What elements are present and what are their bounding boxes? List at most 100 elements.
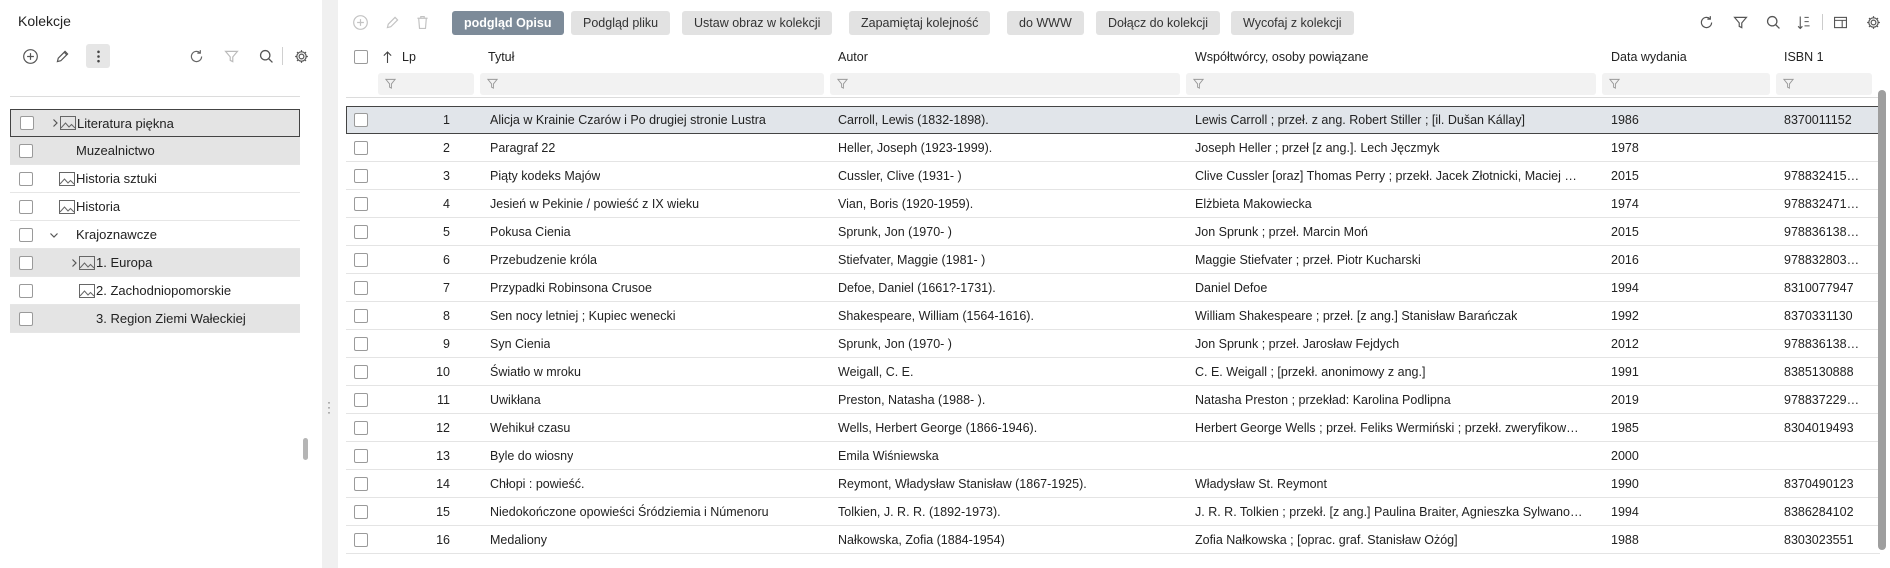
row-checkbox[interactable] bbox=[354, 449, 368, 463]
scrollbar[interactable] bbox=[1878, 90, 1886, 550]
tree-item-checkbox[interactable] bbox=[19, 143, 33, 158]
row-checkbox[interactable] bbox=[354, 421, 368, 435]
trash-icon[interactable] bbox=[412, 12, 432, 32]
tree-item[interactable]: 3. Region Ziemi Wałeckiej bbox=[10, 305, 300, 333]
cell-lp: 13 bbox=[436, 448, 450, 463]
set-collection-image-button[interactable]: Ustaw obraz w kolekcji bbox=[682, 11, 833, 35]
table-row[interactable]: 1 Alicja w Krainie Czarów i Po drugiej st… bbox=[346, 106, 1880, 134]
table-row[interactable]: 6 Przebudzenie króla Stiefvater, Maggie (1… bbox=[346, 246, 1880, 274]
table-row[interactable]: 10 Światło w mroku Weigall, C. E. C. E. Wei… bbox=[346, 358, 1880, 386]
tree-item-label: Literatura piękna bbox=[77, 115, 174, 131]
filter-icon[interactable] bbox=[219, 44, 243, 68]
column-header-title[interactable]: Tytuł bbox=[488, 44, 768, 70]
add-icon[interactable] bbox=[18, 44, 42, 68]
tree-item-checkbox[interactable] bbox=[19, 199, 33, 214]
columns-icon[interactable] bbox=[1830, 12, 1850, 32]
table-row[interactable]: 2 Paragraf 22 Heller, Joseph (1923-1999). J… bbox=[346, 134, 1880, 162]
gear-icon[interactable] bbox=[1863, 12, 1883, 32]
pencil-icon[interactable] bbox=[382, 12, 402, 32]
more-vertical-icon[interactable] bbox=[86, 44, 110, 68]
tree-item[interactable]: Historia bbox=[10, 193, 300, 221]
filter-title[interactable] bbox=[480, 73, 824, 95]
tree-item[interactable]: 1. Europa bbox=[10, 249, 300, 277]
row-checkbox[interactable] bbox=[354, 141, 368, 155]
row-checkbox[interactable] bbox=[354, 113, 368, 127]
cell-contributors: Natasha Preston ; przekład: Karolina Pod… bbox=[1195, 386, 1595, 413]
table-row[interactable]: 12 Wehikuł czasu Wells, Herbert George (18… bbox=[346, 414, 1880, 442]
table-row[interactable]: 14 Chłopi : powieść. Reymont, Władysław St… bbox=[346, 470, 1880, 498]
row-checkbox[interactable] bbox=[354, 337, 368, 351]
filter-icon bbox=[486, 77, 499, 92]
table-row[interactable]: 7 Przypadki Robinsona Crusoe Defoe, Daniel… bbox=[346, 274, 1880, 302]
filter-lp[interactable] bbox=[378, 73, 474, 95]
cell-lp: 11 bbox=[437, 392, 450, 407]
save-order-button[interactable]: Zapamiętaj kolejność bbox=[849, 11, 991, 35]
tree-item-checkbox[interactable] bbox=[19, 227, 33, 242]
table-row[interactable]: 4 Jesień w Pekinie / powieść z IX wieku Vi… bbox=[346, 190, 1880, 218]
column-header-author[interactable]: Autor bbox=[838, 44, 1118, 70]
cell-title: Uwikłana bbox=[490, 386, 820, 413]
row-checkbox[interactable] bbox=[354, 533, 368, 547]
pencil-icon[interactable] bbox=[50, 44, 74, 68]
scrollbar[interactable] bbox=[303, 438, 308, 460]
table-row[interactable]: 16 Medaliony Nałkowska, Zofia (1884-1954) Z… bbox=[346, 526, 1880, 554]
search-icon[interactable] bbox=[1763, 12, 1783, 32]
column-header-lp[interactable]: Lp bbox=[402, 44, 462, 70]
row-checkbox[interactable] bbox=[354, 197, 368, 211]
row-checkbox[interactable] bbox=[354, 253, 368, 267]
filter-contributors[interactable] bbox=[1186, 73, 1596, 95]
remove-from-collection-button[interactable]: Wycofaj z kolekcji bbox=[1231, 11, 1354, 35]
refresh-icon[interactable] bbox=[1696, 12, 1716, 32]
cell-contributors: Daniel Defoe bbox=[1195, 274, 1595, 301]
column-header-contributors[interactable]: Współtwórcy, osoby powiązane bbox=[1195, 44, 1495, 70]
tree-item[interactable]: Krajoznawcze bbox=[10, 221, 300, 249]
row-checkbox[interactable] bbox=[354, 309, 368, 323]
cell-contributors-text: Joseph Heller ; przeł [z ang.]. Lech Jęc… bbox=[1195, 140, 1440, 155]
table-row[interactable]: 15 Niedokończone opowieści Śródziemia i N… bbox=[346, 498, 1880, 526]
row-checkbox[interactable] bbox=[354, 505, 368, 519]
tree-item[interactable]: 2. Zachodniopomorskie bbox=[10, 277, 300, 305]
tree-item-checkbox[interactable] bbox=[20, 116, 34, 130]
row-checkbox[interactable] bbox=[354, 393, 368, 407]
row-checkbox[interactable] bbox=[354, 169, 368, 183]
panel-splitter[interactable]: · · · bbox=[327, 396, 331, 418]
gear-icon[interactable] bbox=[289, 44, 313, 68]
row-checkbox[interactable] bbox=[354, 281, 368, 295]
column-header-isbn[interactable]: ISBN 1 bbox=[1784, 44, 1864, 70]
row-checkbox[interactable] bbox=[354, 477, 368, 491]
chevron-down-icon[interactable] bbox=[48, 229, 60, 241]
tree-item[interactable]: Literatura piękna bbox=[10, 109, 300, 137]
table-row[interactable]: 9 Syn Cienia Sprunk, Jon (1970- ) Jon Sprun… bbox=[346, 330, 1880, 358]
cell-author-text: Heller, Joseph (1923-1999). bbox=[838, 140, 993, 155]
cell-title: Wehikuł czasu bbox=[490, 414, 820, 441]
add-to-collection-button[interactable]: Dołącz do kolekcji bbox=[1096, 11, 1221, 35]
sort-icon[interactable] bbox=[1794, 12, 1814, 32]
row-checkbox[interactable] bbox=[354, 365, 368, 379]
select-all-checkbox[interactable] bbox=[354, 44, 370, 70]
tree-item[interactable]: Historia sztuki bbox=[10, 165, 300, 193]
filter-author[interactable] bbox=[830, 73, 1180, 95]
cell-contributors-text: J. R. R. Tolkien ; przekł. [z ang.] Paul… bbox=[1195, 504, 1583, 519]
tree-item-checkbox[interactable] bbox=[19, 283, 33, 298]
search-icon[interactable] bbox=[254, 44, 278, 68]
filter-icon bbox=[1192, 77, 1205, 92]
preview-file-button[interactable]: Podgląd pliku bbox=[571, 11, 671, 35]
table-row[interactable]: 5 Pokusa Cienia Sprunk, Jon (1970- ) Jon Sp… bbox=[346, 218, 1880, 246]
tree-item-checkbox[interactable] bbox=[19, 171, 33, 186]
tree-item-checkbox[interactable] bbox=[19, 311, 33, 326]
table-row[interactable]: 8 Sen nocy letniej ; Kupiec wenecki Shakes… bbox=[346, 302, 1880, 330]
table-row[interactable]: 13 Byle do wiosny Emila Wiśniewska 2000 bbox=[346, 442, 1880, 470]
table-row[interactable]: 11 Uwikłana Preston, Natasha (1988- ). Nata… bbox=[346, 386, 1880, 414]
to-www-button[interactable]: do WWW bbox=[1007, 11, 1084, 35]
row-checkbox[interactable] bbox=[354, 225, 368, 239]
filter-isbn[interactable] bbox=[1776, 73, 1872, 95]
refresh-icon[interactable] bbox=[184, 44, 208, 68]
preview-description-button[interactable]: podgląd Opisu bbox=[452, 11, 564, 35]
add-icon[interactable] bbox=[350, 12, 370, 32]
tree-item[interactable]: Muzealnictwo bbox=[10, 137, 300, 165]
column-header-date[interactable]: Data wydania bbox=[1611, 44, 1751, 70]
filter-date[interactable] bbox=[1602, 73, 1770, 95]
filter-icon[interactable] bbox=[1730, 12, 1750, 32]
tree-item-checkbox[interactable] bbox=[19, 255, 33, 270]
table-row[interactable]: 3 Piąty kodeks Majów Cussler, Clive (1931-… bbox=[346, 162, 1880, 190]
